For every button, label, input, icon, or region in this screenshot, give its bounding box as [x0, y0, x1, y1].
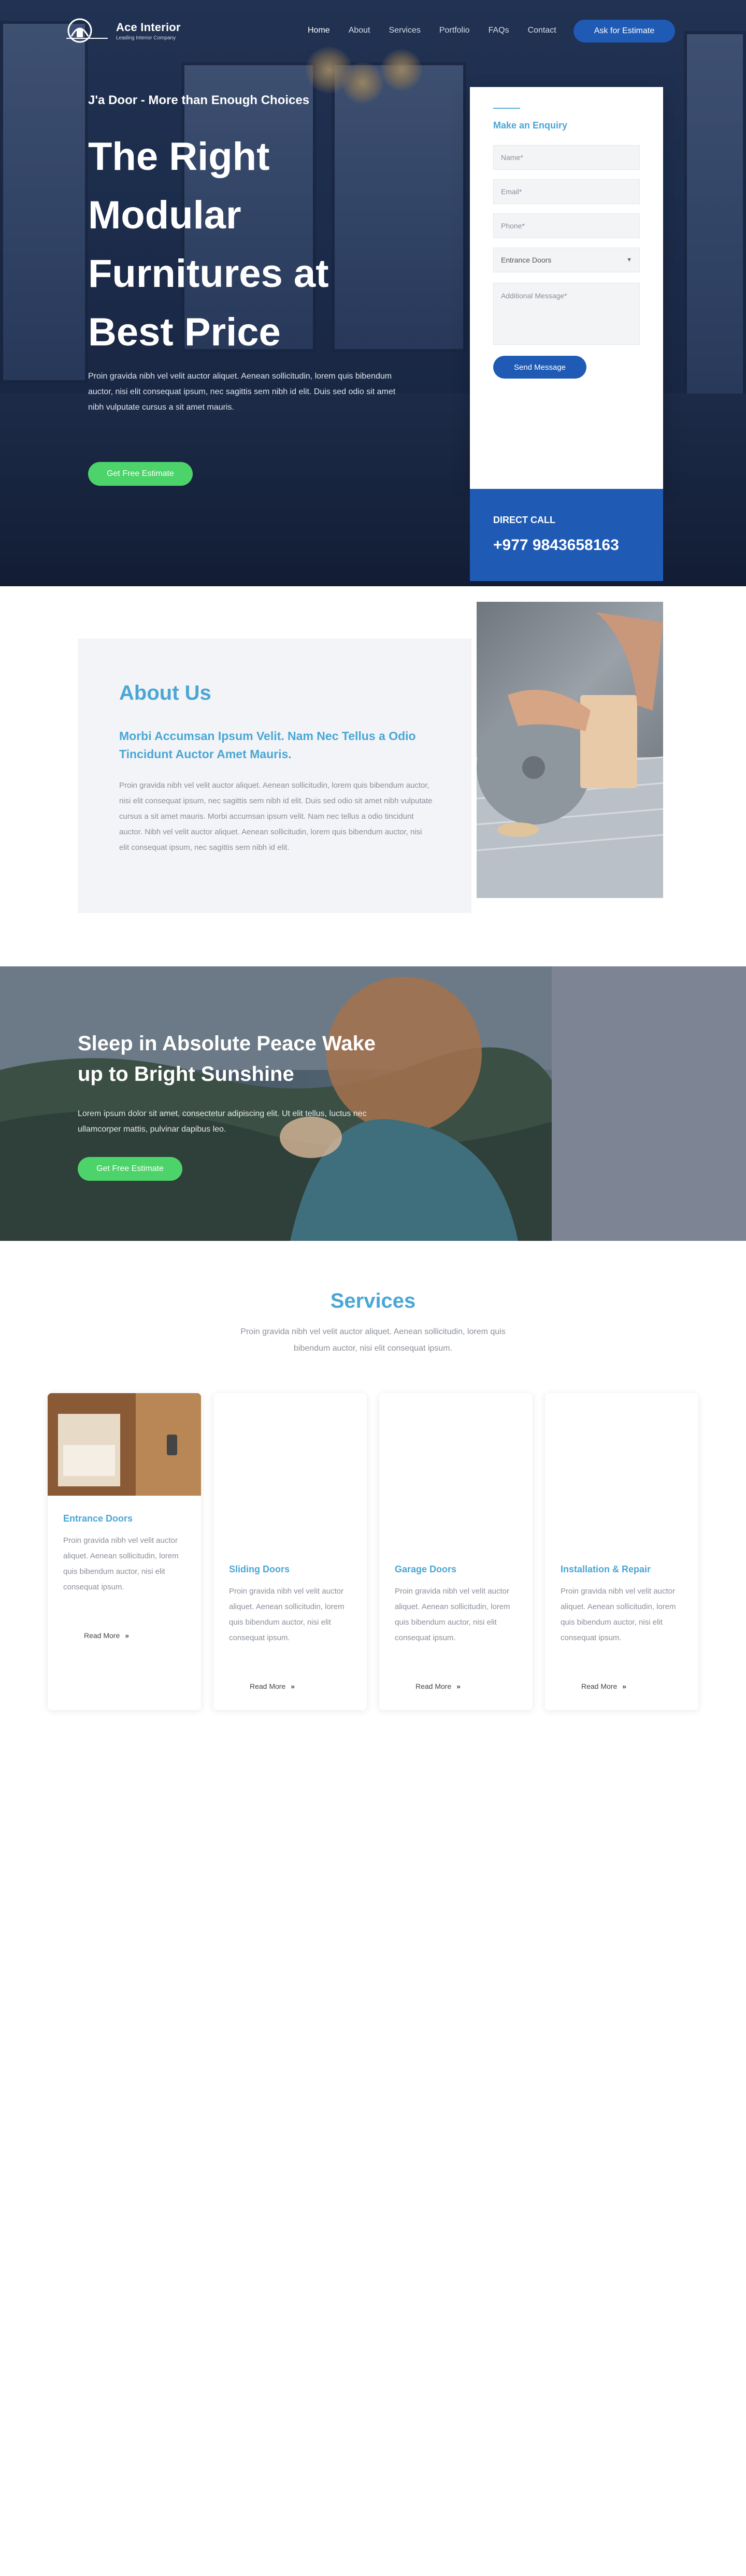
banner-title: Sleep in Absolute Peace Wake up to Brigh…: [78, 1032, 376, 1086]
site-logo[interactable]: Ace Interior Leading Interior Company: [64, 18, 181, 44]
service-card-title: Sliding Doors: [229, 1564, 290, 1574]
service-card-title: Garage Doors: [395, 1564, 457, 1574]
hero-kicker: J'a Door - More than Enough Choices: [88, 93, 310, 107]
send-message-button[interactable]: Send Message: [493, 356, 586, 379]
hero-description: Proin gravida nibh vel velit auctor aliq…: [88, 372, 396, 412]
service-card-title: Installation & Repair: [561, 1564, 651, 1574]
read-more-link[interactable]: Read More »: [84, 1631, 129, 1640]
double-chevron-right-icon: »: [125, 1631, 130, 1640]
nav-faqs[interactable]: FAQs: [489, 26, 509, 35]
email-input[interactable]: Email*: [493, 179, 640, 204]
double-chevron-right-icon: »: [622, 1682, 627, 1690]
brand-tagline: Leading Interior Company: [116, 35, 176, 41]
service-card-description: Proin gravida nibh vel velit auctor aliq…: [63, 1536, 179, 1591]
brand-name: Ace Interior: [116, 20, 181, 34]
nav-services[interactable]: Services: [389, 26, 421, 35]
read-more-label: Read More: [581, 1682, 618, 1690]
nav-portfolio[interactable]: Portfolio: [439, 26, 470, 35]
services-description: Proin gravida nibh vel velit auctor aliq…: [240, 1327, 506, 1353]
service-card-title: Entrance Doors: [63, 1513, 133, 1524]
message-textarea[interactable]: Additional Message*: [493, 283, 640, 345]
enquiry-title: Make an Enquiry: [493, 120, 568, 131]
service-card-entrance-doors[interactable]: Entrance Doors Proin gravida nibh vel ve…: [48, 1393, 201, 1710]
chevron-down-icon: ▼: [626, 257, 632, 263]
about-title: About Us: [119, 682, 211, 704]
peace-banner-side-panel: [552, 966, 746, 1241]
nav-about[interactable]: About: [349, 26, 370, 35]
service-card-image: [48, 1393, 201, 1496]
direct-call-phone[interactable]: +977 9843658163: [493, 537, 619, 554]
peace-banner: [0, 966, 746, 1241]
site-header: Ace Interior Leading Interior Company Ho…: [0, 0, 746, 61]
service-card-sliding-doors[interactable]: Sliding Doors Proin gravida nibh vel vel…: [213, 1393, 367, 1710]
nav-home[interactable]: Home: [308, 26, 330, 35]
hero-title: The Right Modular Furnitures at Best Pri…: [88, 135, 329, 354]
service-card-description: Proin gravida nibh vel velit auctor aliq…: [229, 1587, 345, 1642]
services-title: Services: [330, 1290, 416, 1312]
logo-door-icon: [64, 18, 110, 44]
service-select-value: Entrance Doors: [501, 256, 552, 264]
read-more-link[interactable]: Read More »: [581, 1682, 626, 1690]
direct-call-label: DIRECT CALL: [493, 515, 555, 525]
name-input[interactable]: Name*: [493, 145, 640, 170]
phone-input[interactable]: Phone*: [493, 213, 640, 238]
service-card-installation-repair[interactable]: Installation & Repair Proin gravida nibh…: [545, 1393, 698, 1710]
service-card-description: Proin gravida nibh vel velit auctor aliq…: [561, 1587, 676, 1642]
main-nav: Home About Services Portfolio FAQs Conta…: [308, 26, 575, 35]
service-card-description: Proin gravida nibh vel velit auctor aliq…: [395, 1587, 510, 1642]
service-select[interactable]: Entrance Doors ▼: [493, 248, 640, 272]
enquiry-form: Make an Enquiry Name* Email* Phone* Entr…: [470, 87, 663, 489]
read-more-link[interactable]: Read More »: [250, 1682, 295, 1690]
banner-free-estimate-button[interactable]: Get Free Estimate: [78, 1157, 182, 1181]
double-chevron-right-icon: »: [456, 1682, 461, 1690]
read-more-label: Read More: [250, 1682, 286, 1690]
read-more-label: Read More: [84, 1631, 120, 1640]
nav-contact[interactable]: Contact: [528, 26, 556, 35]
about-image-table-saw: [477, 602, 663, 898]
double-chevron-right-icon: »: [291, 1682, 295, 1690]
enquiry-title-line: [493, 108, 520, 109]
about-panel: [78, 639, 471, 913]
read-more-label: Read More: [415, 1682, 452, 1690]
read-more-link[interactable]: Read More »: [415, 1682, 461, 1690]
about-description: Proin gravida nibh vel velit auctor aliq…: [119, 781, 433, 852]
service-card-garage-doors[interactable]: Garage Doors Proin gravida nibh vel veli…: [379, 1393, 533, 1710]
ask-estimate-button[interactable]: Ask for Estimate: [573, 20, 675, 42]
about-subtitle: Morbi Accumsan Ipsum Velit. Nam Nec Tell…: [119, 729, 416, 761]
hero-free-estimate-button[interactable]: Get Free Estimate: [88, 462, 193, 486]
banner-description: Lorem ipsum dolor sit amet, consectetur …: [78, 1109, 367, 1134]
direct-call-box: DIRECT CALL +977 9843658163: [470, 489, 663, 581]
